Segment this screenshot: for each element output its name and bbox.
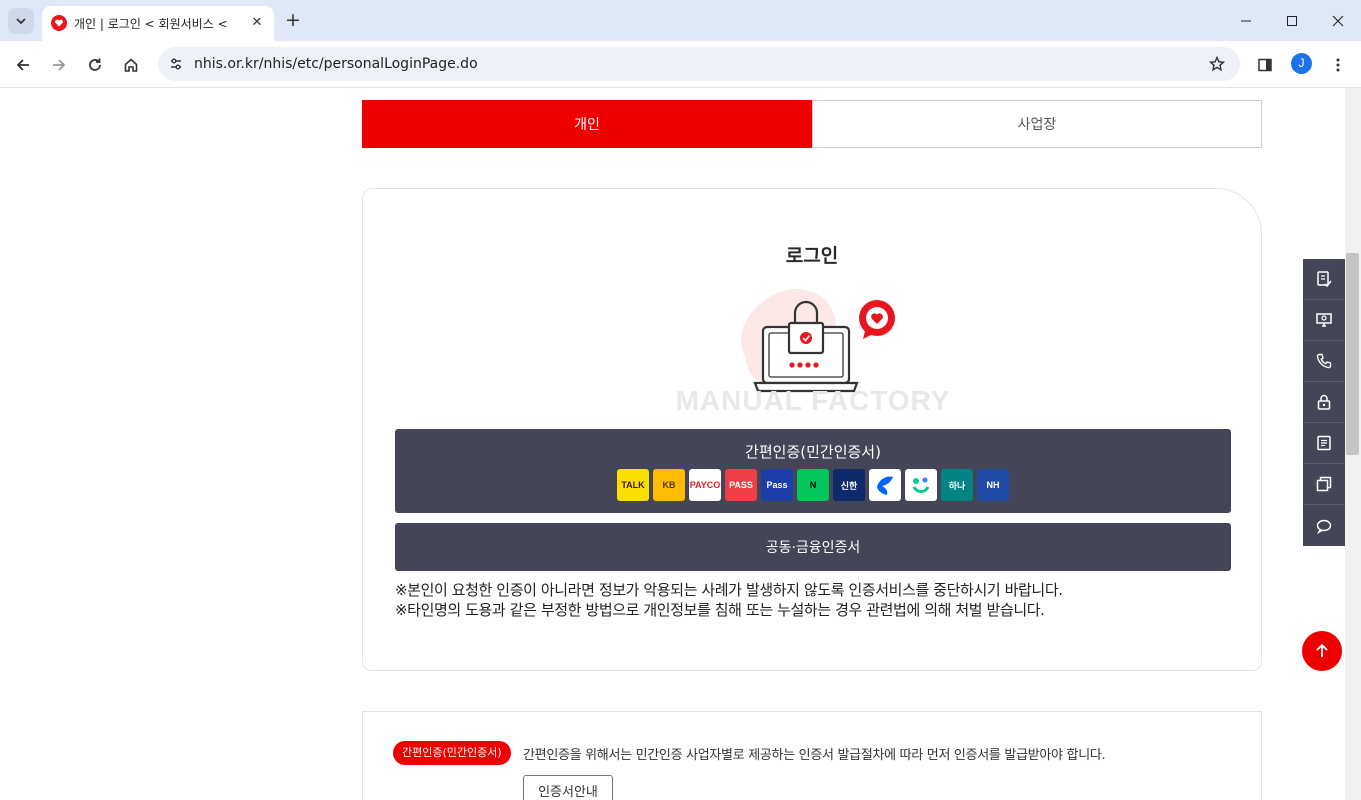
provider-nh-icon[interactable]: NH xyxy=(977,469,1009,501)
tab-business[interactable]: 사업장 xyxy=(812,100,1262,148)
provider-shinhan-icon[interactable]: 신한 xyxy=(833,469,865,501)
simple-auth-label: 간편인증(민간인증서) xyxy=(745,443,881,461)
provider-hana-icon[interactable]: 하나 xyxy=(941,469,973,501)
reload-icon[interactable] xyxy=(82,52,108,78)
tab-title: 개인 | 로그인 < 회원서비스 < xyxy=(74,17,228,31)
cert-guide-button[interactable]: 인증서안내 xyxy=(523,775,613,800)
tab-personal[interactable]: 개인 xyxy=(362,100,812,148)
document-check-icon[interactable] xyxy=(1303,259,1345,300)
scroll-top-button[interactable] xyxy=(1302,631,1342,671)
simple-auth-button[interactable]: 간편인증(민간인증서) TALK KB PAYCO PASS Pass N 신한 하나 NH xyxy=(395,429,1231,513)
back-icon[interactable] xyxy=(10,52,36,78)
lock-icon[interactable] xyxy=(1303,382,1345,423)
info-badge: 간편인증(민간인증서) xyxy=(393,741,511,765)
quick-menu xyxy=(1303,259,1345,546)
minimize-icon[interactable] xyxy=(1223,0,1269,41)
provider-samsung-pass-icon[interactable]: Pass xyxy=(761,469,793,501)
info-text: 간편인증을 위해서는 민간인증 사업자별로 제공하는 인증서 발급절차에 따라 … xyxy=(523,748,1106,763)
chat-icon[interactable] xyxy=(1303,505,1345,546)
scrollbar-thumb[interactable] xyxy=(1346,253,1359,455)
page-viewport: 개인 사업장 로그인 MANUAL FACTORY 간편인증(민간인증서) TA… xyxy=(0,88,1345,800)
provider-pass-icon[interactable]: PASS xyxy=(725,469,757,501)
close-icon[interactable]: ✕ xyxy=(248,14,266,32)
home-icon[interactable] xyxy=(118,52,144,78)
watermark: MANUAL FACTORY xyxy=(675,385,951,416)
list-icon[interactable] xyxy=(1303,423,1345,464)
provider-logos: TALK KB PAYCO PASS Pass N 신한 하나 NH xyxy=(617,469,1009,501)
browser-tab-strip: 개인 | 로그인 < 회원서비스 < ✕ + xyxy=(0,0,1361,41)
notice-line: ※본인이 요청한 인증이 아니라면 정보가 악용되는 사례가 발생하지 않도록 … xyxy=(395,581,1063,599)
phone-icon[interactable] xyxy=(1303,341,1345,382)
provider-naver-icon[interactable]: N xyxy=(797,469,829,501)
provider-payco-icon[interactable]: PAYCO xyxy=(689,469,721,501)
notice-line: ※타인명의 도용과 같은 부정한 방법으로 개인정보를 침해 또는 누설하는 경… xyxy=(395,601,1045,619)
window-icon[interactable] xyxy=(1303,464,1345,505)
site-info-icon[interactable] xyxy=(165,53,187,75)
monitor-icon[interactable] xyxy=(1303,300,1345,341)
address-bar[interactable]: nhis.or.kr/nhis/etc/personalLoginPage.do xyxy=(158,47,1240,81)
joint-auth-button[interactable]: 공동·금융인증서 xyxy=(395,523,1231,571)
provider-kakao-icon[interactable]: TALK xyxy=(617,469,649,501)
plus-icon[interactable]: + xyxy=(282,9,304,31)
provider-banksalad-icon[interactable] xyxy=(905,469,937,501)
profile-avatar[interactable]: J xyxy=(1291,53,1312,74)
active-tab[interactable]: 개인 | 로그인 < 회원서비스 < ✕ xyxy=(42,6,274,41)
close-window-icon[interactable] xyxy=(1315,0,1361,41)
maximize-icon[interactable] xyxy=(1269,0,1315,41)
provider-kb-icon[interactable]: KB xyxy=(653,469,685,501)
forward-icon[interactable] xyxy=(46,52,72,78)
arrow-up-icon xyxy=(1316,643,1328,657)
page-title: 로그인 xyxy=(785,245,839,267)
url-text: nhis.or.kr/nhis/etc/personalLoginPage.do xyxy=(194,56,478,72)
star-icon[interactable] xyxy=(1206,53,1228,75)
side-panel-icon[interactable] xyxy=(1252,52,1278,78)
info-card: 간편인증(민간인증서) 간편인증을 위해서는 민간인증 사업자별로 제공하는 인… xyxy=(362,711,1262,800)
browser-toolbar: nhis.or.kr/nhis/etc/personalLoginPage.do… xyxy=(0,41,1361,88)
favicon-heart-icon xyxy=(51,15,67,31)
login-card: 로그인 MANUAL FACTORY 간편인증(민간인증서) TALK KB P… xyxy=(362,188,1262,671)
provider-toss-icon[interactable] xyxy=(869,469,901,501)
tab-list-icon[interactable] xyxy=(8,8,34,34)
more-icon[interactable] xyxy=(1325,52,1351,78)
